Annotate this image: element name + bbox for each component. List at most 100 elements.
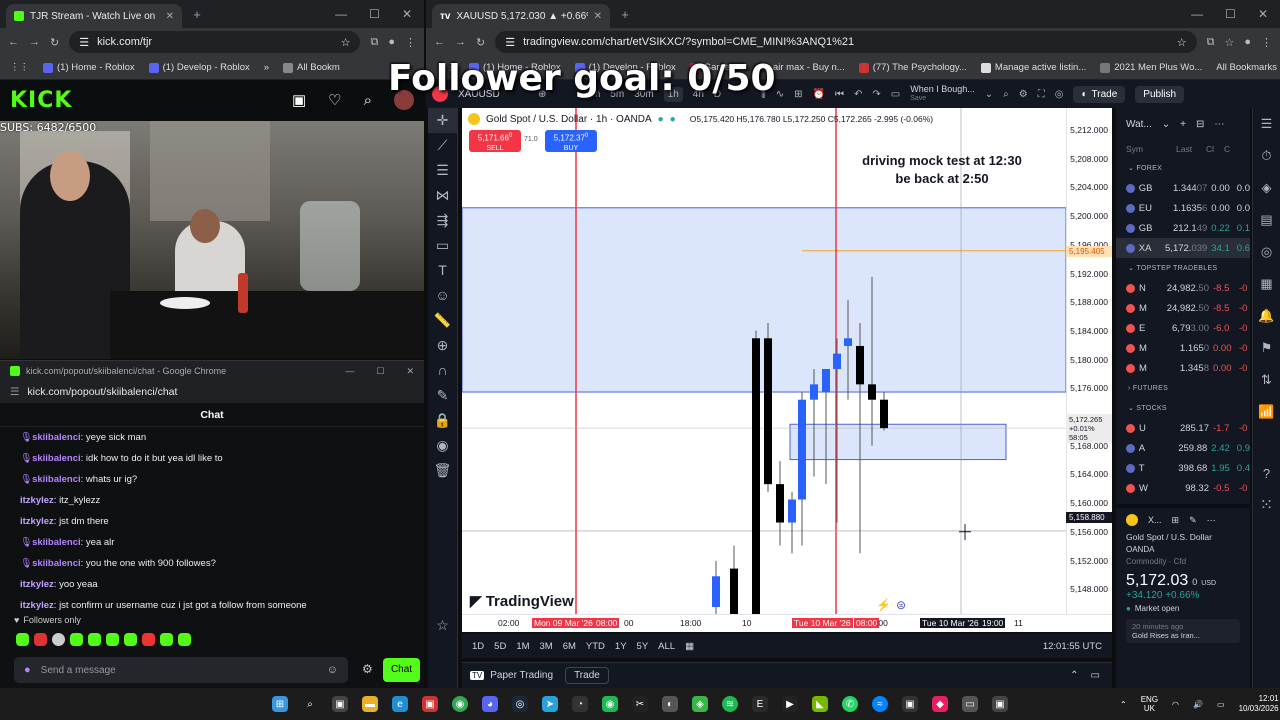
date-range-icon[interactable]: ▦ bbox=[685, 641, 694, 652]
chat-message[interactable]: 🎙 skiibalenci: yeye sick man bbox=[0, 427, 424, 448]
trash-icon[interactable]: 🗑 bbox=[428, 458, 457, 483]
chat-input[interactable]: ● Send a message ☺ bbox=[14, 657, 348, 683]
indicators-icon[interactable]: ∿ bbox=[776, 89, 784, 100]
minimize-icon[interactable]: — bbox=[335, 7, 347, 21]
chat-username[interactable]: skiibalenci bbox=[32, 453, 81, 464]
range-1d[interactable]: 1D bbox=[472, 641, 484, 652]
range-6m[interactable]: 6M bbox=[563, 641, 576, 652]
calendar-icon[interactable]: ▦ bbox=[1253, 268, 1280, 300]
tab-kick[interactable]: TJR Stream - Watch Live on ✕ bbox=[6, 4, 182, 28]
search-icon[interactable]: ⌕ bbox=[364, 92, 372, 109]
forward-icon[interactable]: → bbox=[455, 36, 466, 48]
emote-icon[interactable] bbox=[70, 632, 83, 646]
close-tab-icon[interactable]: ✕ bbox=[166, 11, 174, 22]
chat-message[interactable]: itzkylez: jst dm there bbox=[0, 511, 424, 532]
section-stocks[interactable]: ⌄ STOCKS bbox=[1116, 398, 1250, 418]
close-tab-icon[interactable]: ✕ bbox=[594, 11, 602, 22]
app-icon[interactable]: ▣ bbox=[422, 696, 438, 712]
close-window-icon[interactable]: ✕ bbox=[406, 366, 414, 377]
lock-drawing-icon[interactable]: ✎ bbox=[428, 383, 457, 408]
watchlist-row[interactable]: GB 1.34407 0.00 0.0 bbox=[1116, 178, 1250, 198]
profile-icon[interactable]: ● bbox=[388, 36, 395, 48]
shapes-tool-icon[interactable]: ▭ bbox=[428, 233, 457, 258]
back-icon[interactable]: ← bbox=[434, 36, 445, 48]
range-1m[interactable]: 1M bbox=[516, 641, 529, 652]
forward-icon[interactable]: → bbox=[29, 36, 40, 48]
emote-icon[interactable] bbox=[160, 632, 173, 646]
bookmark-item[interactable]: (1) Develop - Roblox bbox=[148, 62, 250, 73]
collapse-panel-icon[interactable]: ⌃ bbox=[1070, 670, 1078, 681]
price-axis[interactable]: 5,212.000 5,208.000 5,204.000 5,200.000 5,19… bbox=[1066, 108, 1112, 630]
discord-icon[interactable]: ◕ bbox=[482, 696, 498, 712]
epic-games-icon[interactable]: E bbox=[752, 696, 768, 712]
fullscreen-icon[interactable]: ⛶ bbox=[1038, 89, 1045, 100]
watchlist-icon[interactable]: ☰ bbox=[1253, 108, 1280, 140]
hotlist-icon[interactable]: ⚑ bbox=[1253, 332, 1280, 364]
sell-button[interactable]: 5,171.660 SELL bbox=[469, 130, 521, 152]
emote-icon[interactable] bbox=[178, 632, 191, 646]
flag-icon[interactable]: ⊜ bbox=[896, 598, 906, 612]
watchlist-row[interactable]: GB 212.149 0.22 0.1 bbox=[1116, 218, 1250, 238]
lock-icon[interactable]: 🔒 bbox=[428, 408, 457, 433]
maximize-panel-icon[interactable]: ▭ bbox=[1091, 670, 1112, 681]
flash-icon[interactable]: ⚡ bbox=[876, 598, 891, 612]
watchlist-row[interactable]: EU 1.16356 0.00 0.0 bbox=[1116, 198, 1250, 218]
site-info-icon[interactable]: ☰ bbox=[505, 36, 515, 49]
menu-icon[interactable]: ⋮ bbox=[405, 36, 416, 49]
visibility-icon[interactable]: ◉ bbox=[428, 433, 457, 458]
paper-trading-tab[interactable]: TV Paper Trading bbox=[470, 670, 553, 681]
app-icon[interactable]: ▣ bbox=[902, 696, 918, 712]
forecast-tool-icon[interactable]: ⇶ bbox=[428, 208, 457, 233]
zoom-tool-icon[interactable]: ⊕ bbox=[428, 333, 457, 358]
bookmarks-icon[interactable]: ☆ bbox=[1224, 36, 1234, 49]
watchlist-more-icon[interactable]: ⋯ bbox=[1214, 119, 1224, 130]
profile-icon[interactable]: ● bbox=[1244, 36, 1251, 48]
bookmark-star-icon[interactable]: ☆ bbox=[341, 36, 351, 49]
bookmark-star-icon[interactable]: ☆ bbox=[1177, 36, 1187, 49]
steam-icon[interactable]: ◎ bbox=[512, 696, 528, 712]
quick-search-icon[interactable]: ⌕ bbox=[1003, 89, 1009, 100]
language-indicator[interactable]: ENG UK bbox=[1141, 695, 1158, 713]
watchlist-layout-icon[interactable]: ⊟ bbox=[1196, 119, 1204, 130]
app-icon[interactable]: ◆ bbox=[932, 696, 948, 712]
chat-message[interactable]: 🎙 skiibalenci: idk how to do it but yea … bbox=[0, 448, 424, 469]
app-icon[interactable]: ◐ bbox=[662, 696, 678, 712]
chat-username[interactable]: skiibalenci bbox=[32, 474, 81, 485]
replay-icon[interactable]: ⏮ bbox=[835, 89, 844, 100]
reload-icon[interactable]: ↻ bbox=[476, 36, 485, 49]
emote-icon[interactable] bbox=[124, 632, 137, 646]
publish-button[interactable]: Publish bbox=[1135, 85, 1185, 103]
section-forex[interactable]: ⌄ FOREX bbox=[1116, 158, 1250, 178]
maximize-icon[interactable]: ☐ bbox=[369, 7, 380, 21]
watchlist-dropdown-icon[interactable]: ⌄ bbox=[1162, 119, 1170, 130]
spotify-icon[interactable]: ≋ bbox=[722, 696, 738, 712]
game-app-icon[interactable]: ▣ bbox=[332, 696, 348, 712]
edge-icon[interactable]: e bbox=[392, 696, 408, 712]
emoji-icon[interactable]: ☺ bbox=[327, 664, 338, 676]
whatsapp-icon[interactable]: ✆ bbox=[842, 696, 858, 712]
redo-icon[interactable]: ↷ bbox=[872, 89, 880, 100]
more-icon[interactable]: ⋯ bbox=[1207, 515, 1216, 526]
chat-username[interactable]: itzkylez bbox=[20, 600, 54, 611]
pattern-tool-icon[interactable]: ⋈ bbox=[428, 183, 457, 208]
reload-icon[interactable]: ↻ bbox=[50, 36, 59, 49]
watchlist-row[interactable]: N 24,982.50 -8.5 -0 bbox=[1116, 278, 1250, 298]
minimize-icon[interactable]: — bbox=[345, 366, 354, 377]
layout-name[interactable]: When I Bough... Save bbox=[910, 85, 975, 103]
emote-icon[interactable] bbox=[34, 632, 47, 646]
file-explorer-icon[interactable]: ▬ bbox=[362, 696, 378, 712]
app-icon[interactable]: ◈ bbox=[692, 696, 708, 712]
maximize-icon[interactable]: ☐ bbox=[376, 366, 384, 377]
chat-send-button[interactable]: Chat bbox=[383, 658, 420, 682]
ideas-icon[interactable]: ◎ bbox=[1253, 236, 1280, 268]
chat-settings-gear-icon[interactable]: ⚙ bbox=[362, 662, 373, 676]
extensions-icon[interactable]: ⧉ bbox=[1207, 36, 1215, 49]
section-futures[interactable]: › FUTURES bbox=[1116, 378, 1250, 398]
close-window-icon[interactable]: ✕ bbox=[402, 7, 412, 21]
fib-tool-icon[interactable]: ☰ bbox=[428, 158, 457, 183]
text-tool-icon[interactable]: T bbox=[428, 258, 457, 283]
github-icon[interactable]: ◔ bbox=[572, 696, 588, 712]
utc-clock[interactable]: 12:01:55 UTC bbox=[1043, 641, 1112, 652]
emote-icon[interactable] bbox=[142, 632, 155, 646]
layout-icon[interactable]: ⊞ bbox=[794, 89, 802, 100]
